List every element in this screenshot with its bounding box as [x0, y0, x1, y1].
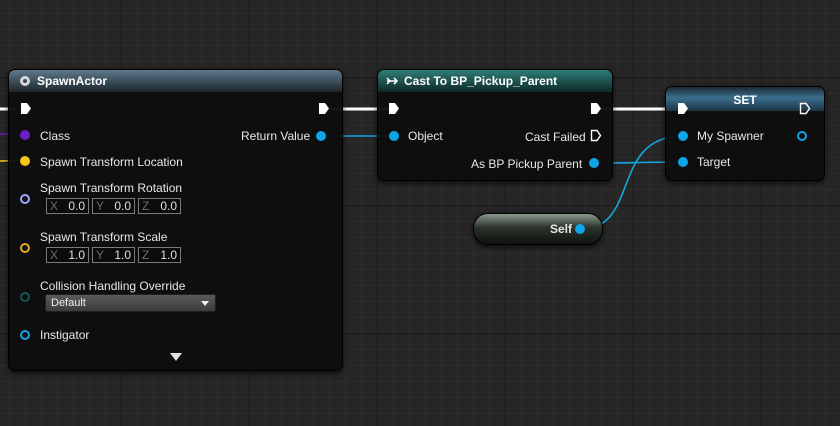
object-pin[interactable] — [389, 131, 399, 141]
return-value-pin[interactable] — [316, 131, 326, 141]
cast-title: Cast To BP_Pickup_Parent — [404, 74, 558, 88]
spawn-location-label: Spawn Transform Location — [40, 155, 183, 169]
object-label: Object — [408, 129, 443, 143]
self-label: Self — [550, 222, 573, 236]
spawn-scale-pin[interactable] — [20, 243, 30, 253]
scale-z-axis: Z — [142, 248, 150, 262]
rotation-x-field[interactable]: X 0.0 — [46, 198, 89, 214]
cast-header[interactable]: Cast To BP_Pickup_Parent — [378, 70, 612, 92]
rotation-x-value: 0.0 — [68, 199, 85, 213]
scale-x-field[interactable]: X 1.0 — [46, 247, 89, 263]
set-exec-out-pin[interactable] — [799, 102, 811, 115]
cast-failed-label: Cast Failed — [525, 130, 586, 144]
scale-z-value: 1.0 — [160, 248, 177, 262]
collision-dropdown[interactable]: Default — [45, 294, 216, 312]
instigator-pin[interactable] — [20, 330, 30, 340]
scale-y-axis: Y — [96, 248, 105, 262]
scale-y-value: 1.0 — [114, 248, 131, 262]
spawn-exec-in-pin[interactable] — [20, 102, 32, 115]
collision-pin[interactable] — [20, 292, 30, 302]
class-pin[interactable] — [20, 130, 30, 140]
cast-exec-in-pin[interactable] — [388, 102, 400, 115]
spawn-gear-icon — [20, 76, 30, 86]
spawn-scale-label: Spawn Transform Scale — [40, 230, 168, 244]
rotation-z-value: 0.0 — [160, 199, 177, 213]
target-pin[interactable] — [678, 157, 688, 167]
instigator-label: Instigator — [40, 328, 90, 342]
cast-failed-exec-pin[interactable] — [590, 129, 602, 142]
rotation-x-axis: X — [50, 199, 59, 213]
spawn-actor-header[interactable]: SpawnActor — [9, 70, 342, 92]
rotation-y-value: 0.0 — [114, 199, 131, 213]
scale-x-value: 1.0 — [68, 248, 85, 262]
scale-x-axis: X — [50, 248, 59, 262]
spawn-rotation-pin[interactable] — [20, 194, 30, 204]
class-label: Class — [40, 129, 71, 143]
scale-y-field[interactable]: Y 1.0 — [92, 247, 135, 263]
scale-z-field[interactable]: Z 1.0 — [138, 247, 181, 263]
collision-label: Collision Handling Override — [40, 279, 186, 293]
as-pickup-label: As BP Pickup Parent — [471, 157, 583, 171]
expand-arrow-icon[interactable] — [170, 353, 182, 361]
spawn-actor-title: SpawnActor — [37, 74, 108, 88]
my-spawner-out-pin[interactable] — [797, 131, 807, 141]
rotation-y-field[interactable]: Y 0.0 — [92, 198, 135, 214]
set-title: SET — [733, 93, 757, 107]
target-label: Target — [697, 155, 731, 169]
spawn-exec-out-pin[interactable] — [318, 102, 330, 115]
self-pin[interactable] — [575, 224, 585, 234]
rotation-z-field[interactable]: Z 0.0 — [138, 198, 181, 214]
cast-exec-out-pin[interactable] — [590, 102, 602, 115]
my-spawner-in-pin[interactable] — [678, 131, 688, 141]
return-value-label: Return Value — [241, 129, 311, 143]
as-pickup-pin[interactable] — [589, 158, 599, 168]
spawn-actor-node[interactable]: SpawnActor — [8, 69, 343, 371]
cast-arrow-icon — [386, 77, 399, 85]
set-exec-in-pin[interactable] — [677, 102, 689, 115]
chevron-down-icon — [201, 301, 209, 306]
spawn-rotation-label: Spawn Transform Rotation — [40, 181, 183, 195]
rotation-z-axis: Z — [142, 199, 150, 213]
spawn-location-pin[interactable] — [20, 156, 30, 166]
collision-dropdown-value: Default — [51, 297, 86, 309]
rotation-y-axis: Y — [96, 199, 105, 213]
my-spawner-label: My Spawner — [697, 129, 764, 143]
